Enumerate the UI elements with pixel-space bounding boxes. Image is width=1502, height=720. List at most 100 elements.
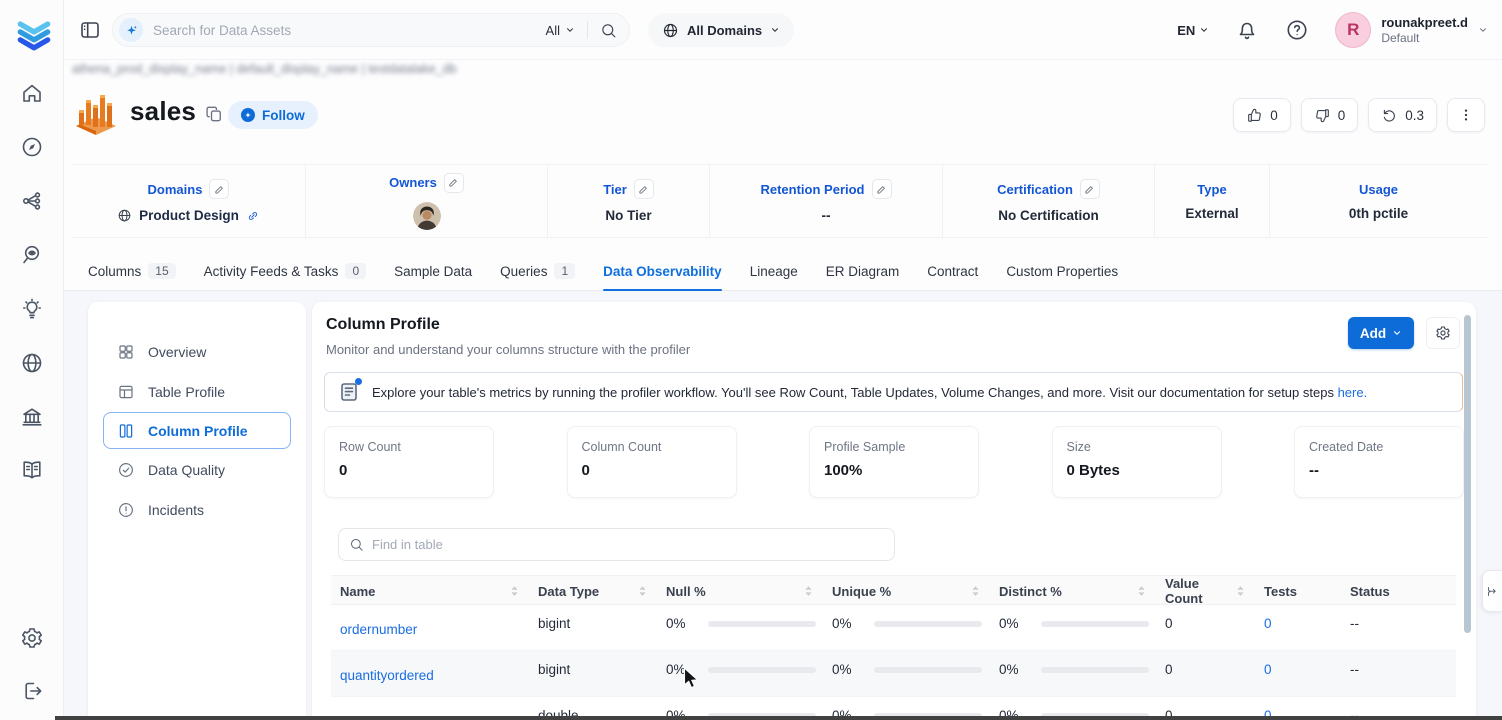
profiler-info-banner: Explore your table's metrics by running … <box>324 372 1463 412</box>
copy-icon[interactable] <box>204 104 224 124</box>
ai-sparkle-icon <box>119 18 143 42</box>
column-name-link[interactable]: ordernumber <box>331 605 529 650</box>
edit-retention-icon[interactable] <box>872 179 892 199</box>
lineage-network-icon[interactable] <box>20 189 44 213</box>
language-dropdown[interactable]: EN <box>1177 23 1209 38</box>
more-actions-button[interactable] <box>1447 98 1485 132</box>
subnav-overview[interactable]: Overview <box>88 332 306 372</box>
help-icon[interactable] <box>1285 18 1309 42</box>
version-button[interactable]: 0.3 <box>1368 98 1437 132</box>
null-pct-cell: 0% <box>657 651 823 696</box>
col-header-data-type[interactable]: Data Type <box>529 576 657 606</box>
all-domains-dropdown[interactable]: All Domains <box>648 13 794 47</box>
retention-value: -- <box>822 208 831 223</box>
tab-sample-data[interactable]: Sample Data <box>394 252 472 290</box>
docs-link[interactable]: here. <box>1338 385 1368 400</box>
notification-dot <box>355 378 362 385</box>
tests-link[interactable]: 0 <box>1255 605 1341 650</box>
profiler-settings-button[interactable] <box>1426 317 1460 349</box>
entity-tabs: Columns15 Activity Feeds & Tasks0 Sample… <box>64 252 1502 291</box>
column-name-link[interactable]: quantityordered <box>331 651 529 696</box>
table-icon <box>117 383 135 401</box>
user-menu[interactable]: R rounakpreet.d Default <box>1335 12 1488 48</box>
edit-owners-icon[interactable] <box>444 173 464 193</box>
col-header-name[interactable]: Name <box>331 576 529 606</box>
owner-avatar[interactable] <box>413 202 441 230</box>
glossary-book-icon[interactable] <box>20 458 44 482</box>
home-icon[interactable] <box>20 81 44 105</box>
tab-activity-feeds[interactable]: Activity Feeds & Tasks0 <box>204 252 366 290</box>
lineage-panel-handle[interactable] <box>1482 570 1502 612</box>
link-icon[interactable] <box>246 209 260 223</box>
athena-table-icon <box>72 88 120 136</box>
tab-er-diagram[interactable]: ER Diagram <box>826 252 900 290</box>
find-in-table-input[interactable] <box>372 537 884 552</box>
null-progress-bar <box>708 667 816 673</box>
tab-contract[interactable]: Contract <box>927 252 978 290</box>
data-type-cell: bigint <box>529 651 657 696</box>
data-type-cell: bigint <box>529 605 657 650</box>
sidebar-toggle-icon[interactable] <box>78 18 102 42</box>
sort-icon[interactable] <box>638 584 647 598</box>
edit-domains-icon[interactable] <box>209 179 229 199</box>
subnav-column-profile[interactable]: Column Profile <box>103 412 291 449</box>
user-workspace: Default <box>1381 31 1468 46</box>
domains-globe-icon[interactable] <box>20 351 44 375</box>
col-header-null[interactable]: Null % <box>657 576 823 606</box>
search-scope-dropdown[interactable]: All <box>546 23 575 38</box>
unique-pct-cell: 0% <box>823 605 990 650</box>
sort-icon[interactable] <box>1137 584 1146 598</box>
tests-link[interactable]: 0 <box>1255 651 1341 696</box>
discovery-search-icon[interactable] <box>20 243 44 267</box>
meta-retention: Retention Period -- <box>710 165 943 237</box>
subnav-incidents[interactable]: Incidents <box>88 490 306 530</box>
tab-custom-properties[interactable]: Custom Properties <box>1006 252 1118 290</box>
downvote-button[interactable]: 0 <box>1301 98 1359 132</box>
entity-metadata-band: Domains Product Design Owners Tier No Ti… <box>72 164 1487 238</box>
governance-bank-icon[interactable] <box>20 405 44 429</box>
add-button[interactable]: Add <box>1348 317 1414 349</box>
upvote-button[interactable]: 0 <box>1233 98 1291 132</box>
logout-icon[interactable] <box>20 679 44 703</box>
tab-columns[interactable]: Columns15 <box>88 252 176 290</box>
edit-certification-icon[interactable] <box>1080 179 1100 199</box>
insights-bulb-icon[interactable] <box>20 297 44 321</box>
panel-title: Column Profile <box>326 316 440 334</box>
user-name: rounakpreet.d <box>1381 15 1468 31</box>
col-header-value-count[interactable]: Value Count <box>1156 576 1255 606</box>
sort-icon[interactable] <box>1236 584 1245 598</box>
subnav-data-quality[interactable]: Data Quality <box>88 450 306 490</box>
subnav-table-profile[interactable]: Table Profile <box>88 372 306 412</box>
stat-profile-sample: Profile Sample 100% <box>809 426 979 498</box>
col-header-unique[interactable]: Unique % <box>823 576 990 606</box>
search-icon <box>349 537 364 552</box>
sort-icon[interactable] <box>510 584 519 598</box>
breadcrumb[interactable]: athena_prod_display_name | default_displ… <box>72 62 457 76</box>
settings-gear-icon[interactable] <box>20 626 44 650</box>
search-submit-icon[interactable] <box>600 22 617 39</box>
edit-tier-icon[interactable] <box>634 179 654 199</box>
global-search[interactable]: All <box>112 13 630 47</box>
distinct-pct-cell: 0% <box>990 651 1156 696</box>
null-progress-bar <box>708 621 816 627</box>
explore-compass-icon[interactable] <box>20 135 44 159</box>
tab-lineage[interactable]: Lineage <box>750 252 798 290</box>
grid-icon <box>117 343 135 361</box>
kebab-menu-icon <box>1458 107 1474 123</box>
notifications-bell-icon[interactable] <box>1235 18 1259 42</box>
tab-data-observability[interactable]: Data Observability <box>603 252 722 290</box>
sort-icon[interactable] <box>971 584 980 598</box>
panel-scrollbar[interactable] <box>1464 315 1471 633</box>
alert-circle-icon <box>117 501 135 519</box>
find-in-table[interactable] <box>338 528 895 561</box>
search-input[interactable] <box>153 23 546 38</box>
status-cell: -- <box>1341 651 1456 696</box>
sort-icon[interactable] <box>804 584 813 598</box>
tab-queries[interactable]: Queries1 <box>500 252 575 290</box>
follow-button[interactable]: ✦ Follow <box>228 101 318 129</box>
col-header-distinct[interactable]: Distinct % <box>990 576 1156 606</box>
chevron-down-icon <box>565 25 575 35</box>
app-logo-icon[interactable] <box>15 14 53 52</box>
search-divider <box>587 21 588 39</box>
domain-value[interactable]: Product Design <box>139 208 239 223</box>
